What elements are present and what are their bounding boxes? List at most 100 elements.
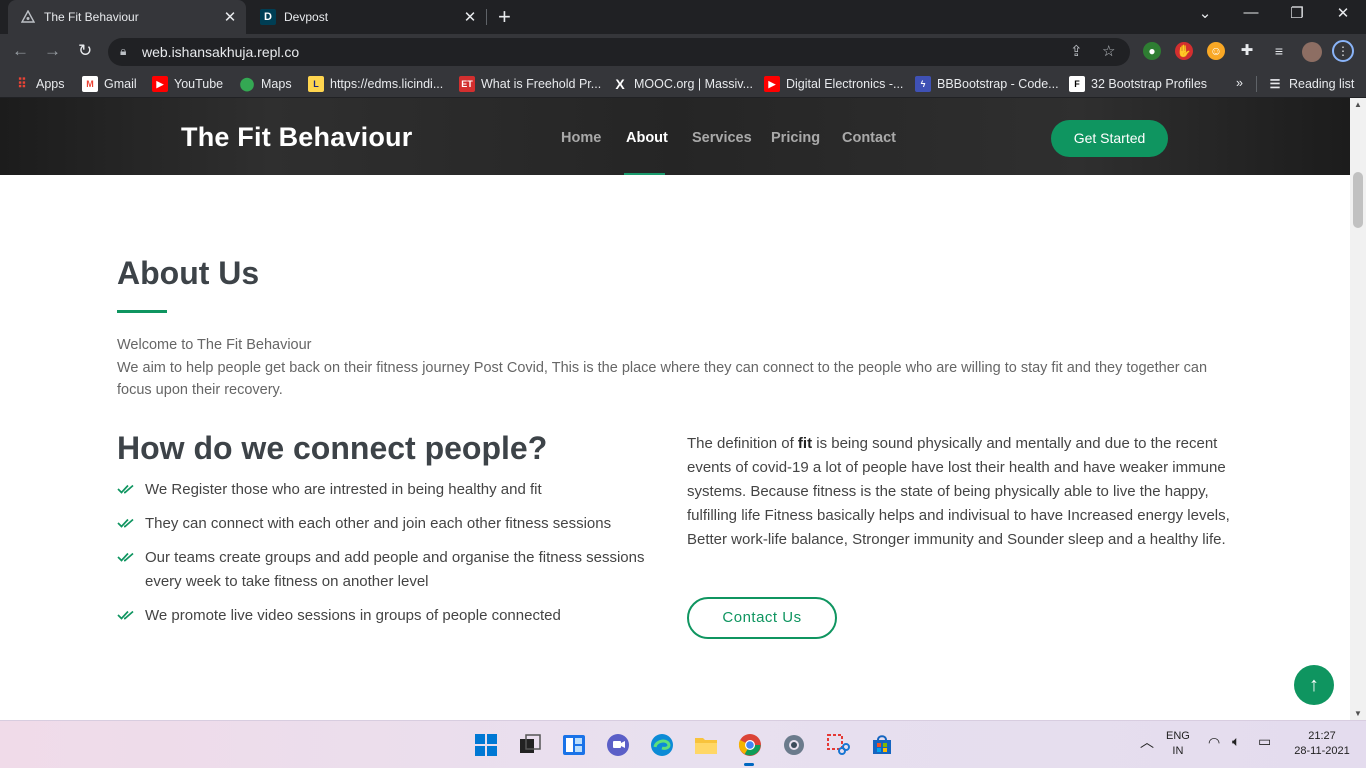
bookmark-digital-electronics[interactable]: ▶ Digital Electronics -... [764, 76, 903, 92]
browser-tabstrip: The Fit Behaviour ✕ D Devpost ✕ + ⌄ — ❐ … [0, 0, 1366, 34]
bookmark-mooc[interactable]: X MOOC.org | Massiv... [612, 76, 753, 92]
snipping-tool-icon[interactable] [826, 733, 850, 757]
tab-close-icon[interactable]: ✕ [220, 8, 240, 26]
definition-prefix: The definition of [687, 435, 798, 452]
intro-line-2: We aim to help people get back on their … [117, 359, 1208, 399]
reload-icon[interactable]: ↻ [78, 41, 92, 61]
scroll-down-arrow-icon[interactable]: ▼ [1354, 709, 1362, 718]
bookmark-maps[interactable]: ⬤ Maps [239, 76, 292, 92]
tab-title: Devpost [284, 10, 329, 24]
connect-points-list: We Register those who are intrested in b… [117, 478, 677, 638]
clock[interactable]: 21:27 28-11-2021 [1290, 729, 1354, 759]
bookmark-label: BBBootstrap - Code... [937, 77, 1059, 91]
forward-arrow-icon[interactable]: → [44, 41, 61, 61]
nav-services[interactable]: Services [692, 130, 752, 146]
back-to-top-arrow-icon[interactable]: ↑ [1294, 665, 1334, 705]
active-nav-indicator [624, 173, 665, 175]
maps-icon: ⬤ [239, 76, 255, 91]
contact-us-button[interactable]: Contact Us [687, 597, 837, 639]
site-header: The Fit Behaviour Home About Services Pr… [0, 98, 1350, 175]
bookmark-edms[interactable]: L https://edms.licindi... [308, 76, 443, 92]
scroll-up-arrow-icon[interactable]: ▲ [1354, 100, 1362, 109]
list-item-text: We Register those who are intrested in b… [145, 481, 542, 498]
bookmark-youtube[interactable]: ▶ YouTube [152, 76, 223, 92]
bookmarks-bar: ⠿ Apps M Gmail ▶ YouTube ⬤ Maps L https:… [0, 70, 1366, 98]
media-control-icon[interactable]: ≡ [1270, 42, 1288, 60]
reading-list-icon: ☰ [1269, 77, 1281, 91]
extension-globe-icon[interactable]: ● [1143, 42, 1161, 60]
list-item: They can connect with each other and joi… [117, 512, 677, 536]
lock-icon: 🔒︎ [120, 44, 127, 58]
back-arrow-icon[interactable]: ← [12, 41, 29, 61]
scrollbar-thumb[interactable] [1353, 172, 1363, 228]
nav-home[interactable]: Home [561, 130, 601, 146]
tab-search-chevron-icon[interactable]: ⌄ [1182, 4, 1228, 22]
bookmark-star-icon[interactable]: ☆ [1102, 42, 1115, 60]
gmail-icon: M [82, 76, 98, 92]
nav-pricing[interactable]: Pricing [771, 130, 820, 146]
edge-browser-icon[interactable] [650, 733, 674, 757]
site-logo[interactable]: The Fit Behaviour [181, 122, 412, 153]
settings-gear-icon[interactable] [782, 733, 806, 757]
bookmark-label: Maps [261, 77, 292, 91]
nav-about[interactable]: About [626, 130, 668, 146]
bookmark-bootstrap-profiles[interactable]: F 32 Bootstrap Profiles [1069, 76, 1207, 92]
task-view-icon[interactable] [518, 733, 542, 757]
list-item-text: They can connect with each other and joi… [145, 515, 612, 532]
microsoft-store-icon[interactable] [870, 733, 894, 757]
share-icon[interactable]: ⇪ [1070, 42, 1083, 60]
new-tab-icon[interactable]: + [498, 4, 511, 30]
list-item: Our teams create groups and add people a… [117, 546, 677, 594]
devpost-favicon-icon: D [260, 9, 276, 25]
list-item-text: Our teams create groups and add people a… [145, 549, 645, 590]
windows-taskbar: ︿ ENG IN ◠ 🔈︎ ▭ 21:27 28-11-2021 [0, 720, 1366, 768]
active-app-indicator [744, 763, 754, 766]
restore-icon[interactable]: ❐ [1274, 4, 1320, 22]
tab-title: The Fit Behaviour [44, 10, 139, 24]
language-indicator[interactable]: ENG IN [1166, 729, 1190, 759]
extension-adblock-icon[interactable]: ✋ [1175, 42, 1193, 60]
tab-the-fit-behaviour[interactable]: The Fit Behaviour ✕ [8, 0, 246, 34]
bookmark-label: What is Freehold Pr... [481, 77, 602, 91]
bookmark-bbbootstrap[interactable]: ϟ BBBootstrap - Code... [915, 76, 1059, 92]
show-hidden-icons-chevron-icon[interactable]: ︿ [1140, 735, 1154, 750]
reading-list[interactable]: ☰ Reading list [1256, 76, 1354, 92]
bookmark-label: Gmail [104, 77, 137, 91]
tab-close-icon[interactable]: ✕ [460, 8, 480, 26]
bookmark-label: 32 Bootstrap Profiles [1091, 77, 1208, 91]
page-scrollbar[interactable]: ▲ ▼ [1350, 98, 1366, 720]
mooc-icon: X [615, 76, 625, 92]
profile-avatar[interactable] [1302, 42, 1322, 62]
battery-icon[interactable]: ▭ [1258, 734, 1271, 749]
extension-face-icon[interactable]: ☺ [1207, 42, 1225, 60]
tab-devpost[interactable]: D Devpost ✕ [248, 0, 486, 34]
region-code: IN [1172, 745, 1184, 757]
bookmark-gmail[interactable]: M Gmail [82, 76, 137, 92]
wifi-icon[interactable]: ◠ [1208, 735, 1220, 750]
get-started-button[interactable]: Get Started [1051, 120, 1168, 157]
windows-start-icon[interactable] [474, 733, 498, 757]
double-check-icon [117, 484, 134, 494]
widgets-icon[interactable] [562, 733, 586, 757]
file-explorer-icon[interactable] [694, 733, 718, 757]
teams-chat-icon[interactable] [606, 733, 630, 757]
chrome-menu-icon[interactable]: ⋮ [1332, 40, 1354, 62]
clock-date: 28-11-2021 [1294, 745, 1350, 757]
volume-icon[interactable]: 🔈︎ [1232, 734, 1240, 749]
bookmark-freehold[interactable]: ET What is Freehold Pr... [459, 76, 601, 92]
definition-bold-word: fit [797, 435, 813, 452]
nav-contact[interactable]: Contact [842, 130, 896, 146]
browser-toolbar: ← → ↻ 🔒︎ web.ishansakhuja.repl.co ⇪ ☆ ● … [0, 34, 1366, 70]
address-bar[interactable]: 🔒︎ web.ishansakhuja.repl.co ⇪ ☆ [108, 38, 1130, 66]
intro-line-1: Welcome to The Fit Behaviour [117, 337, 312, 353]
list-item-text: We promote live video sessions in groups… [145, 607, 561, 624]
chrome-browser-icon[interactable] [738, 733, 762, 757]
minimize-icon[interactable]: — [1228, 4, 1274, 21]
bookmark-label: Apps [36, 77, 65, 91]
window-close-icon[interactable]: ✕ [1320, 4, 1366, 22]
list-item: We promote live video sessions in groups… [117, 604, 677, 628]
extensions-puzzle-icon[interactable]: ✚ [1238, 42, 1256, 60]
bookmark-apps[interactable]: ⠿ Apps [14, 76, 65, 92]
more-bookmarks-icon[interactable]: » [1236, 76, 1243, 90]
url-text[interactable]: web.ishansakhuja.repl.co [142, 44, 299, 60]
